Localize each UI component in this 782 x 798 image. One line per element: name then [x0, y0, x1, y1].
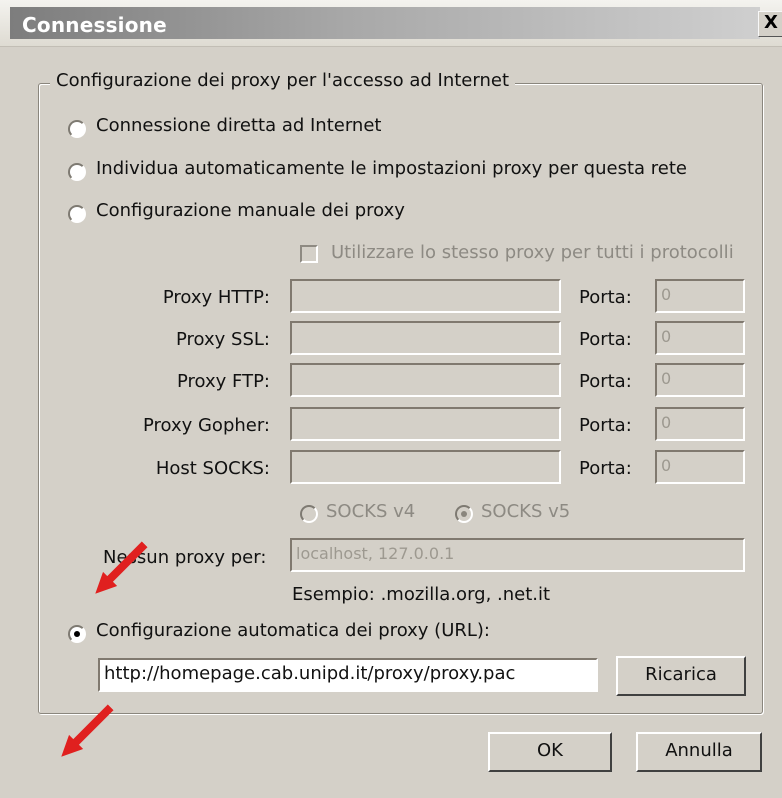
- auto-config-label: Configurazione automatica dei proxy (URL…: [96, 620, 490, 641]
- same-proxy-label: Utilizzare lo stesso proxy per tutti i p…: [331, 242, 734, 263]
- port-ftp-label: Porta:: [579, 371, 632, 392]
- port-socks-input[interactable]: 0: [655, 450, 745, 484]
- socks-v5-label: SOCKS v5: [481, 501, 571, 522]
- radio-socks-v4[interactable]: [300, 505, 318, 523]
- proxy-ftp-input[interactable]: [290, 363, 561, 397]
- no-proxy-input[interactable]: localhost, 127.0.0.1: [290, 538, 745, 572]
- title-bar: Connessione X: [0, 0, 782, 47]
- proxy-ftp-label: Proxy FTP:: [177, 371, 270, 392]
- auto-config-url-input[interactable]: http://homepage.cab.unipd.it/proxy/proxy…: [98, 658, 598, 692]
- proxy-http-input[interactable]: [290, 279, 561, 313]
- cancel-button[interactable]: Annulla: [636, 732, 762, 772]
- example-text: Esempio: .mozilla.org, .net.it: [292, 584, 551, 605]
- close-icon: X: [764, 12, 778, 33]
- port-gopher-input[interactable]: 0: [655, 407, 745, 441]
- host-socks-input[interactable]: [290, 450, 561, 484]
- port-http-label: Porta:: [579, 287, 632, 308]
- socks-v4-label: SOCKS v4: [326, 501, 416, 522]
- title-strip: Connessione: [10, 7, 760, 39]
- port-http-input[interactable]: 0: [655, 279, 745, 313]
- host-socks-label: Host SOCKS:: [155, 458, 270, 479]
- port-ssl-input[interactable]: 0: [655, 321, 745, 355]
- radio-manual-proxy[interactable]: [68, 205, 86, 223]
- proxy-ssl-label: Proxy SSL:: [176, 329, 270, 350]
- proxy-http-label: Proxy HTTP:: [162, 287, 270, 308]
- ok-button[interactable]: OK: [488, 732, 612, 772]
- port-gopher-label: Porta:: [579, 415, 632, 436]
- option-direct-label: Connessione diretta ad Internet: [96, 115, 382, 136]
- proxy-gopher-label: Proxy Gopher:: [142, 415, 270, 436]
- option-auto-detect-label: Individua automaticamente le impostazion…: [96, 158, 687, 179]
- close-button[interactable]: X: [758, 11, 782, 37]
- port-socks-label: Porta:: [579, 458, 632, 479]
- radio-auto-config-url[interactable]: [68, 625, 86, 643]
- port-ssl-label: Porta:: [579, 329, 632, 350]
- proxy-ssl-input[interactable]: [290, 321, 561, 355]
- radio-socks-v5[interactable]: [455, 505, 473, 523]
- same-proxy-checkbox[interactable]: [300, 245, 318, 263]
- reload-button[interactable]: Ricarica: [616, 656, 746, 696]
- radio-auto-detect[interactable]: [68, 163, 86, 181]
- radio-direct-connection[interactable]: [68, 120, 86, 138]
- port-ftp-input[interactable]: 0: [655, 363, 745, 397]
- option-manual-label: Configurazione manuale dei proxy: [96, 200, 405, 221]
- group-legend: Configurazione dei proxy per l'accesso a…: [50, 70, 516, 91]
- window-title: Connessione: [22, 13, 167, 37]
- proxy-gopher-input[interactable]: [290, 407, 561, 441]
